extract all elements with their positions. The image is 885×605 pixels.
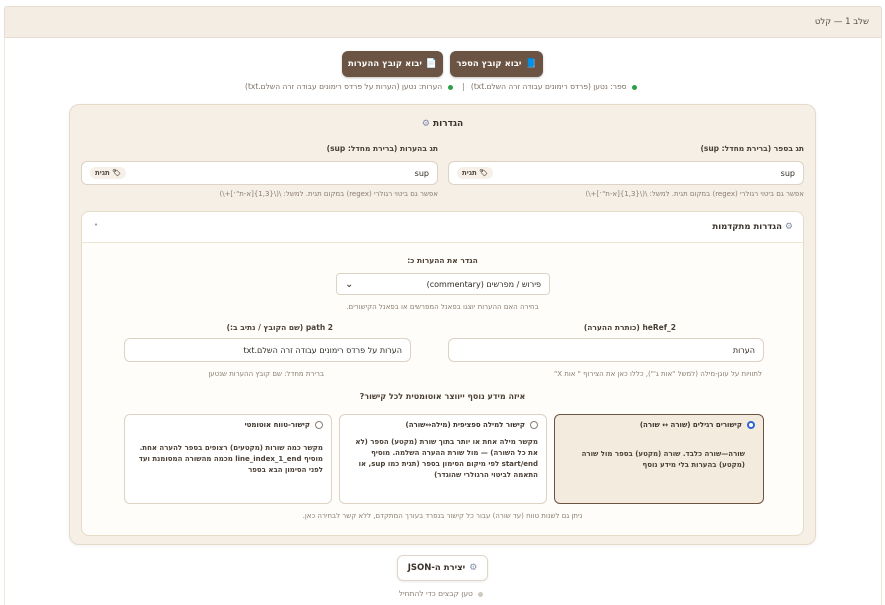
notes-tag-value: sup: [414, 168, 429, 178]
book-tag-input[interactable]: sup 🏷 תגית: [448, 161, 804, 185]
option-regular-links[interactable]: קישורים רגילים (שורה ↔ שורה) שורה—שורה כ…: [554, 414, 764, 504]
option-range-desc: מקשר כמה שורות (מקטעים) רצופים בספר להער…: [138, 444, 323, 474]
step-header: שלב 1 — קלט: [4, 6, 882, 38]
path-label: path 2 (שם הקובץ / נתיב ב:): [226, 323, 333, 332]
option-range-link[interactable]: קישור-טווח אוטומטי מקשר כמה שורות (מקטעי…: [124, 414, 332, 504]
book-tag-label: תג בספר (ברירת מחדל: sup): [700, 144, 804, 153]
notes-status-text: הערות: נטען (הערות על פרדס רימונים עבודה…: [245, 82, 443, 91]
settings-card: הגדרות ⚙ תג בספר (ברירת מחדל: sup) sup 🏷…: [69, 104, 816, 545]
notes-tag-chip-label: תגית: [95, 169, 110, 177]
link-info-question: איזה מידע נוסף ייווצר אוטומטית לכל קישור…: [359, 392, 526, 401]
advanced-settings-header[interactable]: ⚙ הגדרות מתקדמות ˄: [82, 212, 803, 243]
option-regular-title: קישורים רגילים (שורה ↔ שורה): [639, 421, 742, 429]
gear-icon: ⚙: [784, 222, 793, 232]
import-notes-button[interactable]: 📄 יבוא קובץ ההערות: [342, 51, 443, 77]
notes-status-dot: [447, 84, 453, 90]
advanced-settings-panel: ⚙ הגדרות מתקדמות ˄ הגדר את ההערות כ: פיר…: [81, 211, 804, 536]
option-word-title: קישור למילה ספציפית (מילה↔שורה): [405, 421, 525, 429]
collapse-caret-icon[interactable]: ˄: [94, 223, 98, 232]
define-notes-label: הגדר את ההערות כ:: [407, 256, 478, 265]
book-tag-value: sup: [780, 168, 795, 178]
path-input[interactable]: הערות על פרדס רימונים עבודה זרה השלם.txt: [124, 338, 411, 362]
advanced-footer-hint: ניתן גם לשנות טווח (עד שורה) עבור כל קיש…: [302, 512, 583, 520]
load-status: ספר: נטען (פרדס רימונים עבודה זרה השלם.t…: [0, 82, 885, 91]
radio-regular-links[interactable]: [747, 421, 755, 429]
radio-word-link[interactable]: [530, 421, 538, 429]
bottom-status: טען קבצים כדי להתחיל: [0, 589, 885, 598]
path-value: הערות על פרדס רימונים עבודה זרה השלם.txt: [243, 345, 402, 355]
create-json-button[interactable]: ⚙ יצירת ה-JSON: [397, 555, 488, 581]
heref-label: heRef_2 (כותרת ההערה): [583, 323, 676, 332]
option-word-desc: מקשר מילה אחת או יותר בתוך שורת (מקטע) ה…: [355, 438, 538, 479]
notes-tag-chip[interactable]: 🏷 תגית: [90, 167, 127, 179]
advanced-settings-title: ⚙ הגדרות מתקדמות: [712, 222, 793, 232]
app-page: שלב 1 — קלט 📘 יבוא קובץ הספר 📄 יבוא קובץ…: [0, 0, 885, 605]
settings-title: הגדרות ⚙: [70, 119, 815, 129]
book-tag-hint: אפשר גם ביטוי רגולרי (regex) במקום תגית.…: [585, 190, 804, 198]
notes-type-value: פירוש / מפרשים (commentary): [426, 279, 541, 289]
import-book-button[interactable]: 📘 יבוא קובץ הספר: [450, 51, 543, 77]
book-icon: 📘: [525, 59, 537, 69]
option-regular-desc: שורה—שורה כלבד. שורה (מקטע) בספר מול שור…: [581, 450, 745, 469]
heref-input[interactable]: הערות: [448, 338, 764, 362]
advanced-title-text: הגדרות מתקדמות: [712, 222, 782, 232]
import-notes-label: יבוא קובץ ההערות: [347, 59, 422, 69]
book-tag-chip[interactable]: 🏷 תגית: [457, 167, 494, 179]
gear-icon: ⚙: [469, 563, 478, 573]
option-range-title: קישור-טווח אוטומטי: [244, 421, 310, 429]
select-hint: בחירה האם ההערות יוצגו בפאנל המפרשים או …: [346, 303, 539, 311]
import-book-label: יבוא קובץ הספר: [456, 59, 522, 69]
notes-type-select[interactable]: פירוש / מפרשים (commentary) ⌄: [336, 273, 550, 295]
create-json-label: יצירת ה-JSON: [407, 563, 466, 573]
step-label: שלב 1 — קלט: [814, 17, 869, 27]
bottom-hint-text: טען קבצים כדי להתחיל: [398, 589, 473, 598]
notes-file-icon: 📄: [425, 59, 438, 69]
book-status-dot: [631, 84, 637, 90]
option-word-link[interactable]: קישור למילה ספציפית (מילה↔שורה) מקשר מיל…: [339, 414, 547, 504]
notes-tag-input[interactable]: sup 🏷 תגית: [81, 161, 438, 185]
radio-range-link[interactable]: [315, 421, 323, 429]
book-status-text: ספר: נטען (פרדס רימונים עבודה זרה השלם.t…: [470, 82, 627, 91]
settings-title-text: הגדרות: [433, 119, 464, 129]
idle-status-dot: [478, 591, 484, 597]
path-hint: ברירת מחדל: שם קובץ ההערות שנטען: [208, 370, 324, 378]
notes-tag-hint: אפשר גם ביטוי רגולרי (regex) במקום תגית.…: [219, 190, 438, 198]
chevron-down-icon: ⌄: [345, 278, 354, 290]
gear-icon: ⚙: [421, 119, 430, 129]
status-separator: |: [462, 82, 465, 91]
notes-tag-label: תג בהערות (ברירת מחדל: sup): [326, 144, 438, 153]
heref-value: הערות: [732, 345, 755, 355]
book-tag-chip-label: תגית: [462, 169, 477, 177]
heref-hint: לתוויות על עוגן-מילה (למשל "אות ג'"), כל…: [554, 370, 762, 378]
